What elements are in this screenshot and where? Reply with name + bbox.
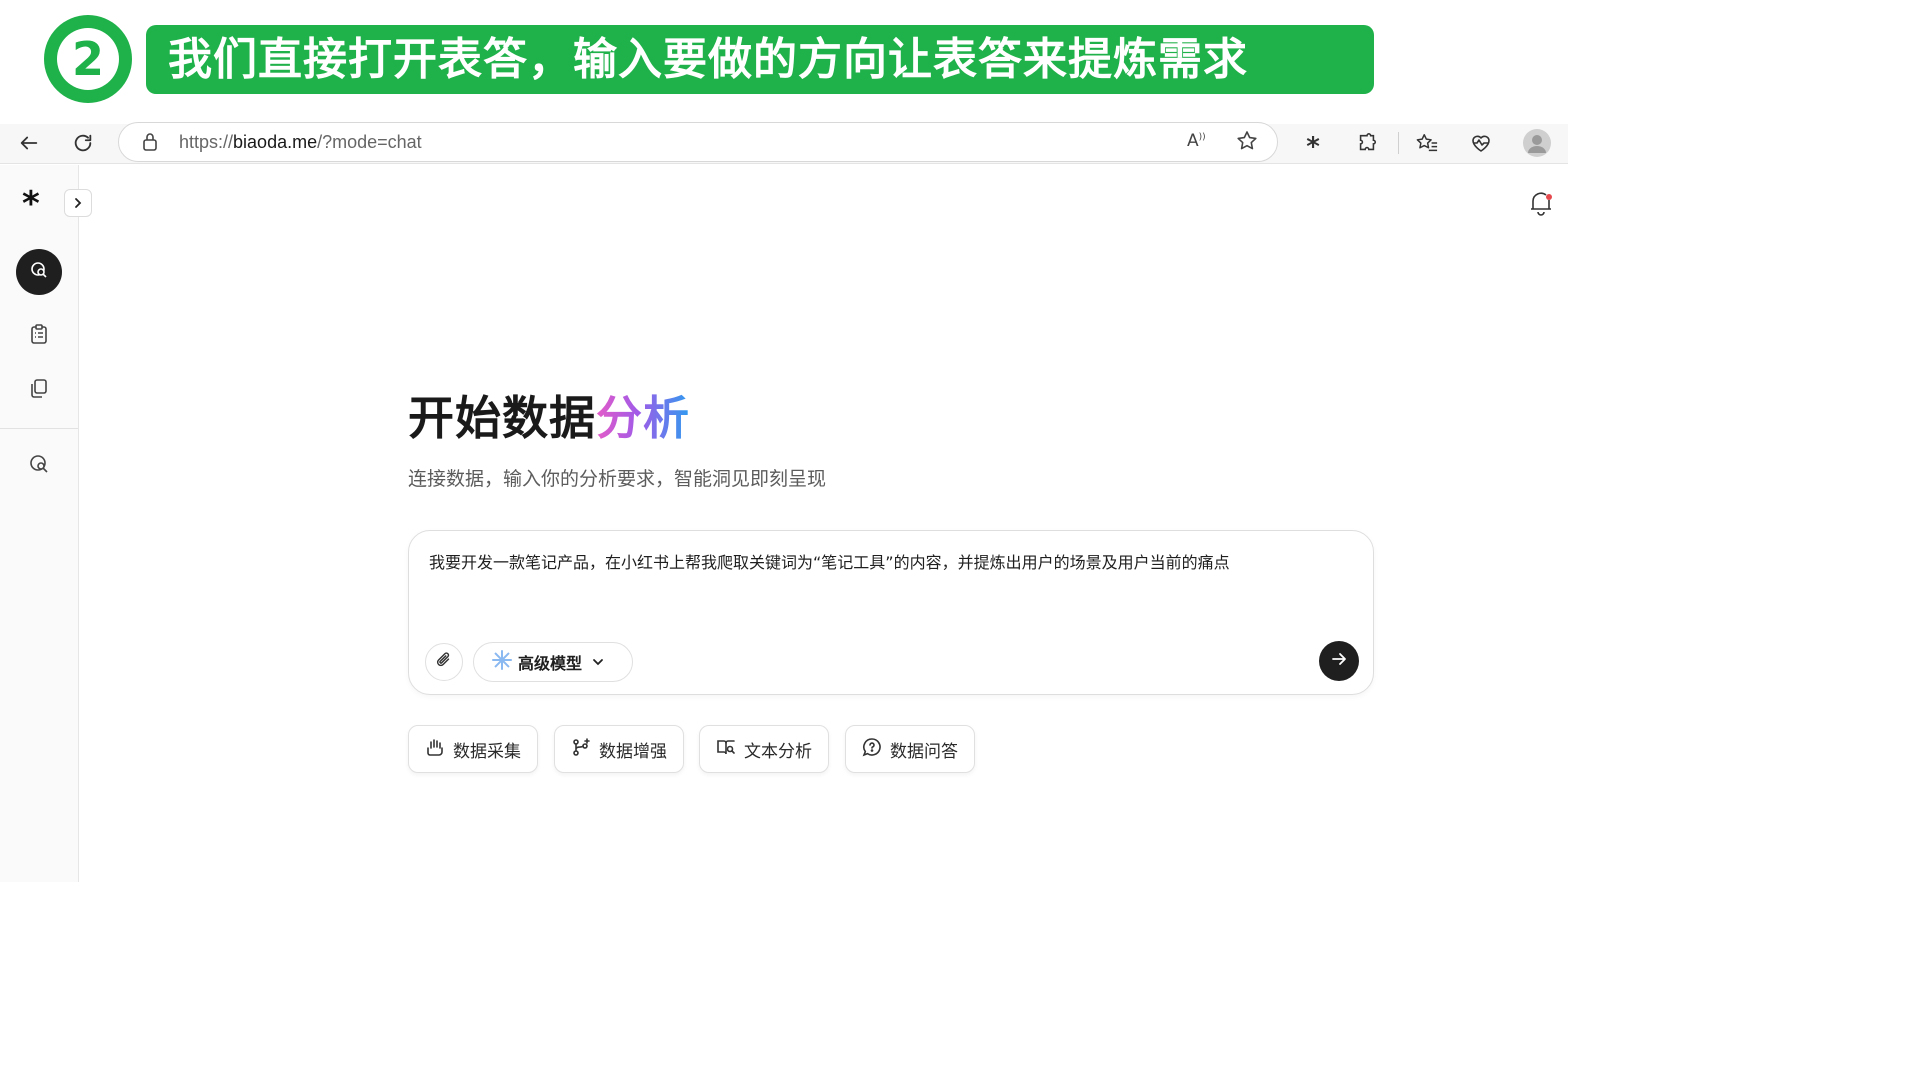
star-icon[interactable] <box>1235 129 1259 157</box>
sparkle-icon <box>492 650 512 674</box>
lock-icon[interactable] <box>141 132 159 156</box>
chat-history-icon <box>28 453 50 479</box>
chevron-down-icon <box>592 653 604 672</box>
chat-question-icon <box>862 737 882 762</box>
arrow-right-icon <box>1330 650 1348 672</box>
prompt-box: 我要开发一款笔记产品，在小红书上帮我爬取关键词为“笔记工具”的内容，并提炼出用户… <box>408 530 1374 695</box>
notification-button[interactable] <box>1526 188 1556 218</box>
branch-plus-icon <box>571 737 591 762</box>
sidebar-divider <box>0 428 78 429</box>
hand-collect-icon <box>425 737 445 762</box>
quick-action-collect[interactable]: 数据采集 <box>408 725 538 773</box>
step-badge: 2 <box>44 15 132 103</box>
send-button[interactable] <box>1319 641 1359 681</box>
puzzle-icon[interactable] <box>1352 128 1382 158</box>
page-subtitle: 连接数据，输入你的分析要求，智能洞见即刻呈现 <box>408 468 827 490</box>
url-domain: biaoda.me <box>233 132 318 152</box>
step-number: 2 <box>57 28 119 90</box>
chat-icon <box>29 260 49 284</box>
quick-action-label: 文本分析 <box>744 741 812 762</box>
book-search-icon <box>716 737 736 762</box>
copy-icon <box>28 377 50 403</box>
profile-avatar[interactable] <box>1522 128 1552 158</box>
page-title: 开始数据分析 <box>408 382 690 448</box>
heartbeat-icon[interactable] <box>1466 128 1496 158</box>
paperclip-icon <box>435 651 453 673</box>
title-gradient: 分析 <box>596 391 690 445</box>
model-label: 高级模型 <box>518 654 583 673</box>
toolbar-divider <box>1398 132 1399 154</box>
bell-icon <box>1526 192 1556 222</box>
clipboard-icon <box>28 323 50 349</box>
attach-button[interactable] <box>425 643 463 681</box>
model-selector[interactable]: 高级模型 <box>473 642 633 682</box>
banner-caption: 我们直接打开表答，输入要做的方向让表答来提炼需求 <box>146 25 1374 94</box>
address-bar[interactable]: https://biaoda.me/?mode=chat A)) <box>118 122 1278 162</box>
title-plain: 开始数据 <box>408 391 596 445</box>
url-path: /?mode=chat <box>317 132 422 152</box>
asterisk-extension-icon[interactable]: * <box>1298 128 1328 160</box>
url-scheme: https:// <box>179 132 234 152</box>
quick-action-qa[interactable]: 数据问答 <box>845 725 975 773</box>
app-logo[interactable]: * <box>22 187 40 221</box>
tutorial-banner: 2 我们直接打开表答，输入要做的方向让表答来提炼需求 <box>0 0 1568 124</box>
sidebar-item-files[interactable] <box>16 367 62 413</box>
favorites-icon[interactable] <box>1412 128 1442 158</box>
quick-action-label: 数据增强 <box>599 741 667 762</box>
quick-action-enrich[interactable]: 数据增强 <box>554 725 684 773</box>
chevron-right-icon <box>72 194 84 213</box>
browser-toolbar: https://biaoda.me/?mode=chat A)) * <box>0 122 1568 164</box>
sidebar-item-history[interactable] <box>16 443 62 489</box>
sidebar-item-chat[interactable] <box>16 249 62 295</box>
sidebar-item-tasks[interactable] <box>16 313 62 359</box>
quick-action-text-analysis[interactable]: 文本分析 <box>699 725 829 773</box>
reload-icon[interactable] <box>68 128 98 158</box>
expand-sidebar-button[interactable] <box>64 189 92 217</box>
quick-action-label: 数据问答 <box>890 741 958 762</box>
app-sidebar: * <box>0 165 92 882</box>
quick-action-label: 数据采集 <box>453 741 521 762</box>
prompt-input[interactable]: 我要开发一款笔记产品，在小红书上帮我爬取关键词为“笔记工具”的内容，并提炼出用户… <box>429 549 1349 579</box>
read-aloud-icon[interactable]: A)) <box>1187 131 1206 151</box>
url-text[interactable]: https://biaoda.me/?mode=chat <box>179 132 422 153</box>
back-icon[interactable] <box>14 128 44 158</box>
